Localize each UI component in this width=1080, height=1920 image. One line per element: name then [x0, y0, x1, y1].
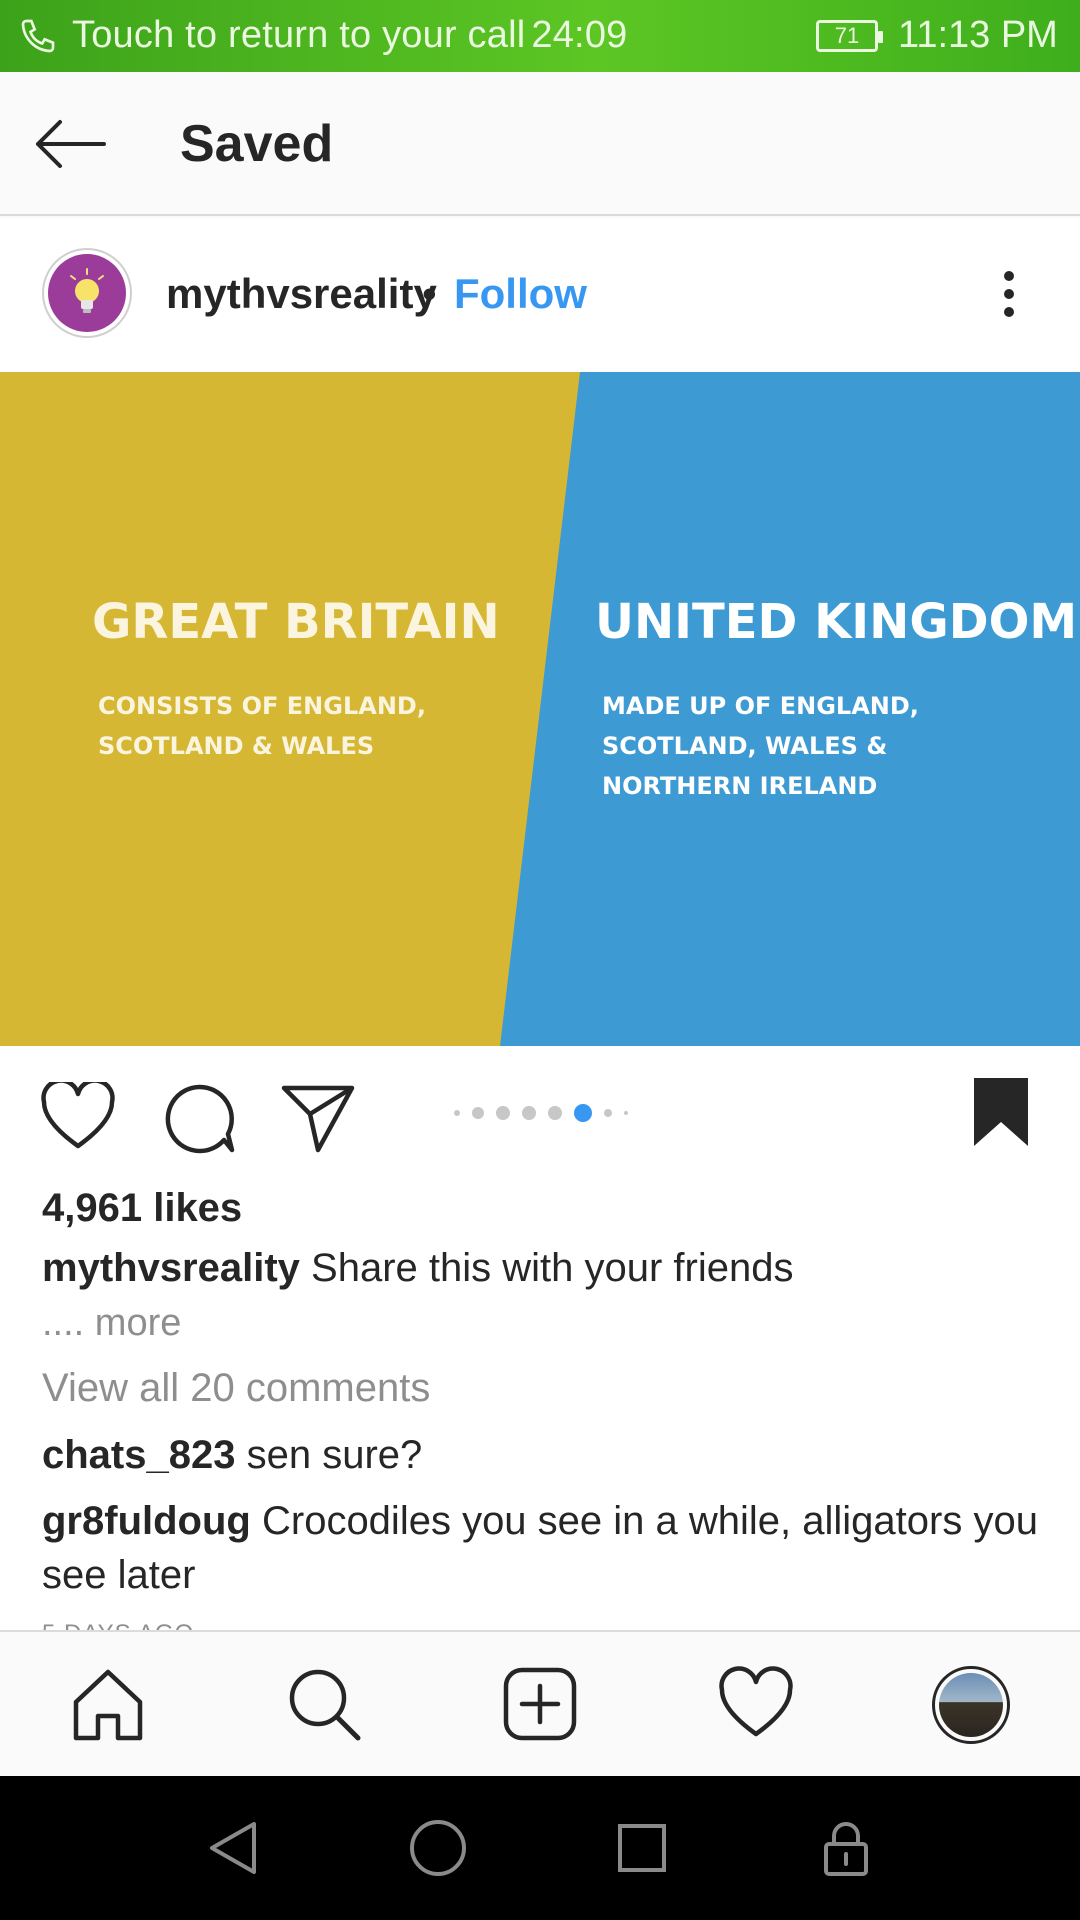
- lightbulb-icon: [48, 254, 126, 332]
- carousel-dot: [604, 1109, 612, 1117]
- separator-dot: •: [422, 270, 437, 317]
- send-icon[interactable]: [280, 1080, 356, 1154]
- carousel-dot: [496, 1106, 510, 1120]
- status-bar[interactable]: Touch to return to your call 24:09 71 11:…: [0, 0, 1080, 72]
- search-icon[interactable]: [284, 1664, 364, 1744]
- view-all-comments-link[interactable]: View all 20 comments: [42, 1366, 430, 1411]
- screen-lock-icon[interactable]: [814, 1816, 878, 1880]
- bookmark-filled-icon[interactable]: [972, 1076, 1030, 1148]
- home-icon[interactable]: [68, 1664, 148, 1744]
- post-timestamp: 5 DAYS AGO: [42, 1620, 194, 1630]
- clock: 11:13 PM: [898, 14, 1058, 56]
- comment-text: sen sure?: [246, 1433, 423, 1477]
- battery-level: 71: [834, 23, 860, 48]
- comment-username[interactable]: chats_823: [42, 1433, 235, 1477]
- system-navigation-bar: [0, 1776, 1080, 1920]
- post-text-area: 4,961 likes mythvsreality Share this wit…: [0, 1182, 1080, 1630]
- call-timer: 24:09: [531, 14, 628, 56]
- right-line-2: SCOTLAND, WALES &: [602, 732, 887, 760]
- right-title: UNITED KINGDOM: [595, 594, 1077, 650]
- more-vertical-icon[interactable]: [994, 266, 1024, 326]
- post-image[interactable]: GREAT BRITAIN CONSISTS OF ENGLAND, SCOTL…: [0, 372, 1080, 1046]
- battery-icon: 71: [816, 20, 883, 52]
- carousel-dot: [454, 1110, 460, 1116]
- system-home-icon[interactable]: [406, 1816, 470, 1880]
- caption-username[interactable]: mythvsreality: [42, 1246, 300, 1290]
- left-line-1: CONSISTS OF ENGLAND,: [98, 692, 426, 720]
- carousel-indicator: [448, 1104, 634, 1122]
- profile-photo: [939, 1673, 1003, 1737]
- post-avatar[interactable]: [42, 248, 132, 338]
- system-recents-icon[interactable]: [610, 1816, 674, 1880]
- carousel-dot: [472, 1107, 484, 1119]
- return-to-call-text[interactable]: Touch to return to your call 24:09: [72, 14, 627, 57]
- add-post-icon[interactable]: [500, 1664, 580, 1744]
- post-header: mythvsreality • Follow: [0, 218, 1080, 372]
- system-back-icon[interactable]: [202, 1816, 266, 1880]
- carousel-dot: [548, 1106, 562, 1120]
- comment-item: chats_823 sen sure?: [42, 1428, 1042, 1482]
- comment-icon[interactable]: [162, 1082, 236, 1156]
- comment-username[interactable]: gr8fuldoug: [42, 1499, 251, 1543]
- likes-count[interactable]: 4,961 likes: [42, 1186, 242, 1231]
- post-username[interactable]: mythvsreality: [166, 270, 437, 318]
- left-line-2: SCOTLAND & WALES: [98, 732, 374, 760]
- carousel-dot: [624, 1111, 628, 1115]
- phone-icon: [21, 19, 55, 53]
- page-title: Saved: [180, 115, 334, 173]
- caption: mythvsreality Share this with your frien…: [42, 1246, 1042, 1291]
- follow-button[interactable]: Follow: [454, 270, 587, 318]
- profile-avatar[interactable]: [932, 1666, 1010, 1744]
- right-line-1: MADE UP OF ENGLAND,: [602, 692, 919, 720]
- right-line-3: NORTHERN IRELAND: [602, 772, 877, 800]
- app-header: Saved: [0, 72, 1080, 216]
- caption-text: Share this with your friends: [311, 1246, 794, 1290]
- left-title: GREAT BRITAIN: [92, 594, 500, 650]
- activity-heart-icon[interactable]: [716, 1664, 796, 1744]
- carousel-dot-active: [574, 1104, 592, 1122]
- comment-item: gr8fuldoug Crocodiles you see in a while…: [42, 1494, 1042, 1602]
- bottom-navigation: [0, 1630, 1080, 1776]
- call-label: Touch to return to your call: [72, 14, 526, 56]
- carousel-dot: [522, 1106, 536, 1120]
- more-link[interactable]: .... more: [42, 1302, 181, 1345]
- heart-icon[interactable]: [40, 1082, 116, 1152]
- back-arrow-icon[interactable]: [30, 112, 110, 176]
